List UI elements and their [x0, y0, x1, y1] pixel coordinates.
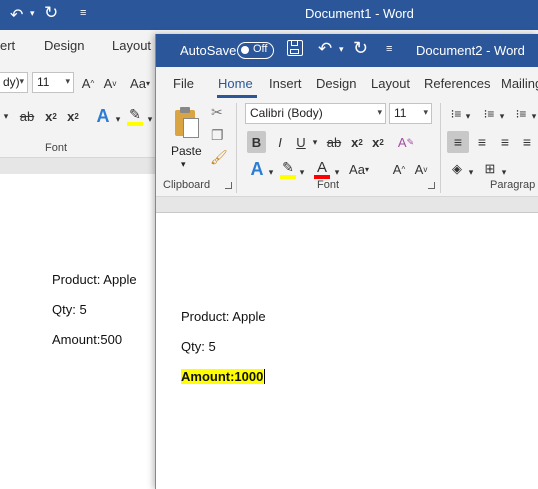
doc-line-qty: Qty: 5: [52, 302, 87, 317]
highlighted-amount-text: Amount:1000: [181, 369, 264, 384]
multilevel-dropdown-icon[interactable]: ▾: [529, 105, 538, 127]
text-effects-icon[interactable]: A: [92, 105, 114, 127]
undo-dropdown-icon[interactable]: ▾: [30, 8, 35, 19]
shading-icon[interactable]: ◈: [448, 158, 466, 180]
paste-icon[interactable]: [172, 106, 202, 140]
ribbon-shadow: [156, 197, 538, 213]
numbering-icon[interactable]: ⁝≡: [481, 103, 497, 125]
document2-page[interactable]: Product: Apple Qty: 5 Amount:1000: [156, 213, 538, 489]
redo-icon[interactable]: ↻: [353, 38, 368, 59]
highlight-color-bar: [127, 122, 143, 126]
clipboard-launcher-icon[interactable]: [225, 182, 232, 189]
grow-font-icon[interactable]: A ^: [78, 72, 98, 94]
tab-insert[interactable]: Insert: [269, 76, 302, 91]
paste-dropdown-icon[interactable]: ▾: [181, 159, 186, 170]
tab-home[interactable]: Home: [218, 76, 253, 91]
align-center-button[interactable]: ≡: [472, 131, 492, 153]
justify-button[interactable]: ≡: [517, 131, 537, 153]
font-size-field[interactable]: 11 ▾: [389, 103, 432, 124]
active-tab-indicator: [217, 95, 257, 98]
borders-icon[interactable]: ⊞: [481, 158, 499, 180]
customize-toolbar-icon[interactable]: ≡: [386, 43, 392, 55]
align-left-button[interactable]: ≡: [447, 131, 469, 153]
window-title: Document2 - Word: [416, 43, 525, 58]
format-painter-icon[interactable]: 🖌: [210, 149, 228, 166]
change-case-icon[interactable]: Aa ▾: [345, 158, 373, 180]
doc-line-amount[interactable]: Amount:1000: [181, 369, 266, 384]
highlight-color-bar: [280, 175, 296, 179]
cut-icon[interactable]: ✂: [211, 104, 223, 121]
tab-layout[interactable]: Layout: [371, 76, 410, 91]
save-icon[interactable]: [287, 40, 303, 56]
document2-ribbon: Paste ▾ ✂ ❐ 🖌 Clipboard Calibri (Body) ▾ …: [156, 99, 538, 197]
multilevel-list-icon[interactable]: ⁝≡: [513, 103, 529, 125]
highlight-dropdown-icon[interactable]: ▾: [297, 161, 307, 183]
shrink-font-icon[interactable]: Av: [411, 158, 431, 180]
tab-design[interactable]: Design: [44, 38, 84, 53]
tab-mailings[interactable]: Mailing: [501, 76, 538, 91]
paragraph-group-label: Paragrap: [490, 179, 536, 191]
tab-references[interactable]: References: [424, 76, 490, 91]
copy-icon[interactable]: ❐: [211, 127, 224, 144]
font-name-field[interactable]: dy) ▾: [0, 72, 28, 93]
tab-file[interactable]: File: [173, 76, 194, 91]
tab-layout[interactable]: Layout: [112, 38, 151, 53]
font-group-label: Font: [317, 179, 340, 191]
undo-icon[interactable]: ↶: [10, 5, 23, 25]
shading-dropdown-icon[interactable]: ▾: [466, 161, 476, 183]
document1-title-bar: ↶ ▾ ↻ ≡ Document1 - Word: [0, 0, 538, 30]
font-group-label: Font: [45, 142, 68, 154]
superscript-icon[interactable]: x2: [64, 105, 82, 127]
tab-design[interactable]: Design: [316, 76, 356, 91]
doc-line-amount: Amount:500: [52, 332, 123, 347]
strikethrough-icon[interactable]: ab: [323, 131, 345, 153]
doc-line-product: Product: Apple: [181, 309, 266, 324]
doc-line-product: Product: Apple: [52, 272, 137, 287]
autosave-label: AutoSave: [180, 43, 237, 58]
subscript-icon[interactable]: x2: [348, 131, 366, 153]
autosave-toggle[interactable]: Off: [237, 42, 274, 59]
align-right-button[interactable]: ≡: [495, 131, 515, 153]
bold-button[interactable]: B: [247, 131, 266, 153]
document2-window: AutoSave Off ↶ ▾ ↻ ≡ Document2 - Word Fi…: [155, 34, 538, 489]
italic-button[interactable]: I: [271, 131, 289, 153]
undo-dropdown-icon[interactable]: ▾: [339, 44, 344, 55]
bullets-dropdown-icon[interactable]: ▾: [463, 105, 473, 127]
font-size-field[interactable]: 11 ▾: [32, 72, 74, 93]
underline-button[interactable]: U: [292, 131, 310, 153]
group-separator: [440, 103, 441, 193]
superscript-icon[interactable]: x2: [369, 131, 387, 153]
highlight-dropdown-icon[interactable]: ▾: [145, 108, 155, 130]
autosave-state: Off: [253, 43, 268, 55]
tab-insert[interactable]: ert: [0, 38, 15, 53]
grow-font-icon[interactable]: A ^: [389, 158, 409, 180]
underline-dropdown-icon[interactable]: ▾: [310, 131, 320, 153]
text-cursor: [264, 369, 266, 384]
group-separator: [236, 103, 237, 193]
toggle-knob: [241, 46, 249, 54]
redo-icon[interactable]: ↻: [44, 3, 58, 23]
subscript-icon[interactable]: x2: [42, 105, 60, 127]
undo-icon[interactable]: ↶: [318, 39, 332, 59]
font-launcher-icon[interactable]: [428, 182, 435, 189]
font-name-field[interactable]: Calibri (Body) ▾: [245, 103, 386, 124]
text-effects-dropdown-icon[interactable]: ▾: [266, 161, 276, 183]
text-effects-icon[interactable]: A: [246, 158, 268, 180]
clipboard-group-label: Clipboard: [163, 179, 211, 191]
clear-formatting-icon[interactable]: A ✎: [396, 131, 416, 153]
document2-title-bar: AutoSave Off ↶ ▾ ↻ ≡ Document2 - Word: [156, 34, 538, 67]
strikethrough-icon[interactable]: ab: [16, 105, 38, 127]
window-title: Document1 - Word: [305, 6, 414, 21]
doc-line-qty: Qty: 5: [181, 339, 216, 354]
change-case-icon[interactable]: Aa ▾: [128, 72, 152, 94]
paste-button[interactable]: Paste: [171, 144, 202, 158]
numbering-dropdown-icon[interactable]: ▾: [497, 105, 507, 127]
underline-dropdown-icon[interactable]: ▾: [0, 105, 12, 127]
customize-toolbar-icon[interactable]: ≡: [80, 7, 86, 19]
document2-ribbon-tabs: File Home Insert Design Layout Reference…: [156, 67, 538, 99]
text-effects-dropdown-icon[interactable]: ▾: [113, 108, 123, 130]
shrink-font-icon[interactable]: Av: [100, 72, 120, 94]
bullets-icon[interactable]: ⁝≡: [448, 103, 464, 125]
